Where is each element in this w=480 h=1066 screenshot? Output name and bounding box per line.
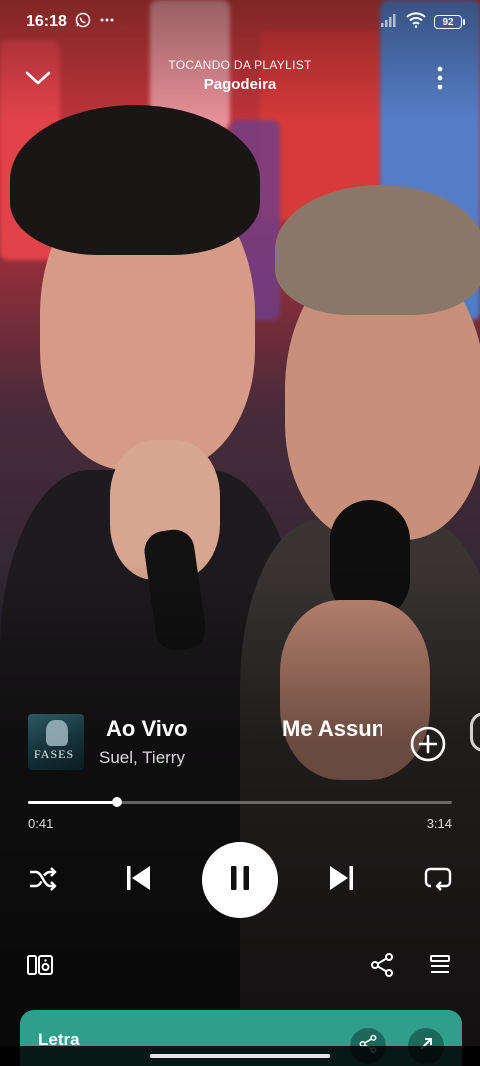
cover-figure (46, 720, 68, 746)
devices-icon (26, 953, 54, 982)
shuffle-button[interactable] (26, 864, 60, 898)
signal-icon (380, 13, 398, 32)
status-bar: 16:18 92 (0, 0, 480, 44)
queue-icon (428, 954, 452, 981)
progress-slider[interactable] (28, 796, 452, 810)
player-header: TOCANDO DA PLAYLIST Pagodeira (0, 54, 480, 104)
chevron-down-icon (25, 70, 51, 91)
connect-device-button[interactable] (24, 952, 56, 982)
playing-from-label: TOCANDO DA PLAYLIST (168, 58, 312, 72)
pause-icon (229, 865, 251, 896)
track-info: FASES Ao Vivo Me Assun Suel, Tierry (28, 712, 468, 774)
singer-left-hair (10, 105, 260, 255)
next-button[interactable] (324, 862, 360, 898)
repeat-icon (423, 864, 453, 897)
track-title-scrolling[interactable]: Me Assun (282, 716, 382, 742)
battery-icon: 92 (434, 15, 465, 29)
pause-button[interactable] (202, 842, 278, 918)
playing-from[interactable]: TOCANDO DA PLAYLIST Pagodeira (100, 58, 380, 93)
shuffle-icon (28, 866, 58, 897)
add-to-library-button[interactable] (410, 726, 446, 762)
album-cover[interactable]: FASES (28, 714, 84, 770)
playlist-name: Pagodeira (203, 76, 277, 93)
total-time: 3:14 (426, 816, 452, 831)
share-button[interactable] (366, 952, 398, 982)
track-artist[interactable]: Suel, Tierry (99, 748, 185, 768)
queue-button[interactable] (424, 952, 456, 982)
whatsapp-icon (75, 12, 91, 33)
singer-right-hair (275, 185, 480, 315)
bottom-actions (0, 950, 480, 984)
current-time: 0:41 (28, 816, 54, 831)
progress-knob[interactable] (112, 797, 123, 807)
more-vertical-icon (436, 65, 444, 96)
collapse-button[interactable] (20, 62, 56, 98)
skip-previous-icon (123, 863, 153, 898)
system-nav-bar (0, 1046, 480, 1066)
more-notifications-icon (99, 12, 115, 33)
plus-circle-icon (410, 726, 446, 766)
share-icon (369, 952, 395, 983)
more-options-button[interactable] (422, 62, 458, 98)
bottom-gradient (0, 560, 480, 1066)
cover-text: FASES (34, 747, 75, 761)
progress-fill (28, 801, 118, 804)
wifi-icon (406, 11, 426, 33)
battery-level: 92 (442, 16, 454, 28)
repeat-button[interactable] (420, 862, 456, 898)
track-title[interactable]: Ao Vivo (106, 716, 188, 742)
status-time: 16:18 (26, 13, 67, 30)
previous-button[interactable] (120, 862, 156, 898)
playback-controls (0, 842, 480, 918)
home-gesture-bar[interactable] (150, 1054, 330, 1058)
skip-next-icon (327, 863, 357, 898)
